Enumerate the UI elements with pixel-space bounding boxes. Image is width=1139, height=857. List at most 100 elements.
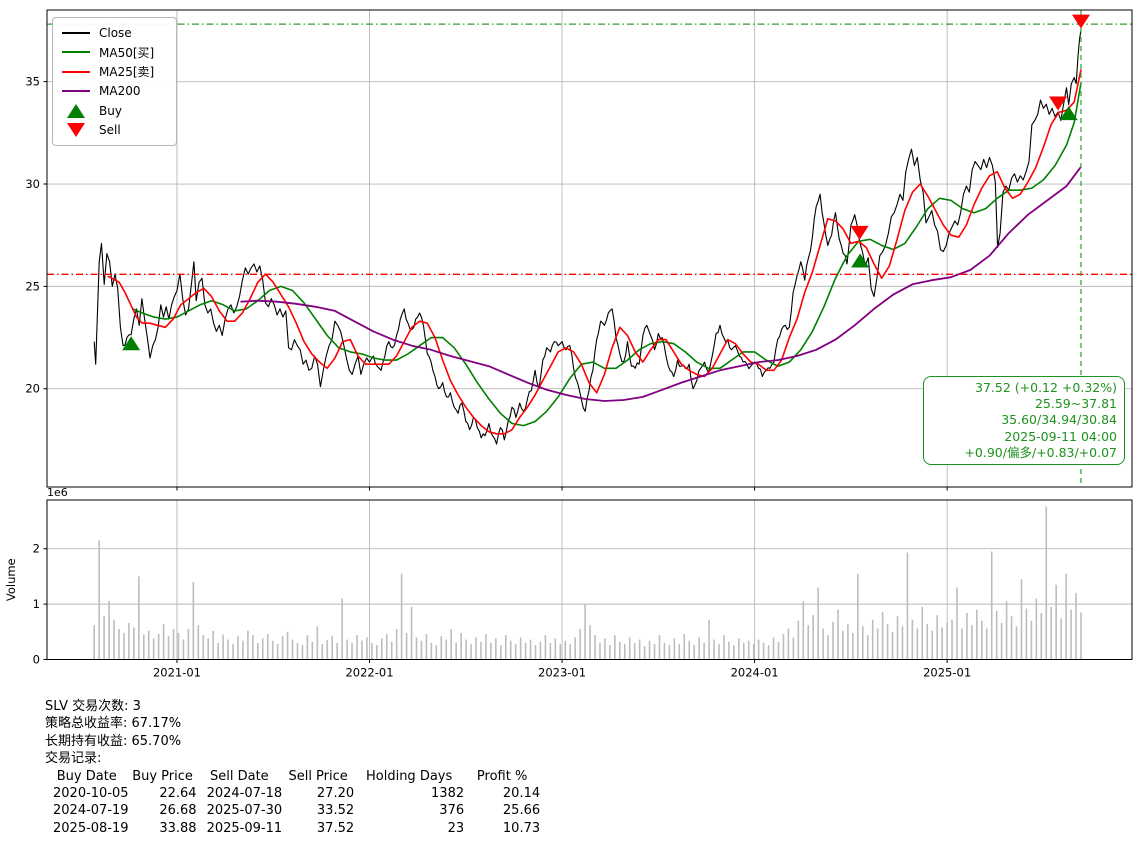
volume-bar xyxy=(866,635,869,660)
volume-bar xyxy=(425,634,428,660)
volume-bar xyxy=(827,635,829,660)
volume-bar xyxy=(891,631,894,660)
volume-bar xyxy=(728,641,730,660)
volume-bar xyxy=(291,639,294,660)
trade-record-row: 2020-10-05 22.64 2024-07-18 27.20 1382 20.14 xyxy=(45,785,540,802)
legend-entry-ma200: MA200 xyxy=(62,82,168,102)
volume-bar xyxy=(336,642,338,660)
volume-bar xyxy=(896,616,899,660)
volume-bar xyxy=(261,638,264,660)
volume-bar xyxy=(177,632,180,660)
volume-bar xyxy=(961,628,963,660)
volume-bar xyxy=(1005,601,1008,660)
volume-bar xyxy=(157,634,160,660)
volume-bar xyxy=(331,636,333,660)
volume-bar xyxy=(861,626,864,660)
volume-bar xyxy=(1010,616,1013,660)
volume-bar xyxy=(504,635,507,660)
volume-bar xyxy=(529,639,532,660)
price-ytick-label: 30 xyxy=(25,177,40,191)
buy-marker-icon xyxy=(62,103,90,118)
volume-bar xyxy=(564,640,567,660)
volume-bar xyxy=(926,624,929,660)
volume-bar xyxy=(931,630,934,660)
volume-bar xyxy=(1015,626,1018,660)
trade-table-header: Sell Price xyxy=(288,768,348,784)
volume-ytick-label: 2 xyxy=(33,542,40,556)
volume-bar xyxy=(881,611,884,660)
volume-bar xyxy=(559,643,562,660)
quote-annotation-box: 37.52 (+0.12 +0.32%) 25.59~37.81 35.60/3… xyxy=(923,376,1125,466)
volume-bar xyxy=(351,642,353,660)
volume-bar xyxy=(1035,598,1038,660)
volume-bar xyxy=(916,628,919,660)
volume-bar xyxy=(247,630,249,660)
volume-bar xyxy=(837,609,839,660)
trade-record-cell: 376 xyxy=(439,803,465,819)
volume-bar xyxy=(138,576,140,660)
volume-bar xyxy=(787,628,790,660)
trade-record-row: 2025-08-19 33.88 2025-09-11 37.52 23 10.73 xyxy=(45,820,540,837)
trade-record-cell: 2025-09-11 xyxy=(206,820,283,836)
x-tick-label: 2022-01 xyxy=(345,666,393,680)
volume-bar xyxy=(390,641,393,660)
volume-bar xyxy=(847,624,849,660)
volume-bar xyxy=(361,640,363,660)
volume-ytick-label: 1 xyxy=(33,597,40,611)
volume-bar xyxy=(966,612,968,660)
volume-bar xyxy=(876,628,879,660)
volume-bar xyxy=(128,622,130,660)
volume-bar xyxy=(440,636,443,660)
volume-bar xyxy=(252,635,254,660)
volume-bar xyxy=(648,640,651,660)
volume-bar xyxy=(187,629,190,660)
volume-bar xyxy=(133,627,135,660)
trade-record-cell: 37.52 xyxy=(316,820,355,836)
volume-bar xyxy=(623,643,626,660)
volume-bar xyxy=(554,638,557,660)
volume-bar xyxy=(1040,612,1043,660)
volume-bar xyxy=(757,639,760,660)
volume-bar xyxy=(663,642,666,660)
trade-record-cell: 1382 xyxy=(431,786,465,802)
volume-bar xyxy=(708,619,710,660)
volume-bar xyxy=(936,615,938,660)
volume-bar xyxy=(430,642,433,660)
volume-bar xyxy=(1065,573,1067,660)
volume-bar xyxy=(455,642,457,660)
volume-bar xyxy=(995,610,998,660)
volume-bar xyxy=(549,642,552,660)
trade-record-cell: 2020-10-05 xyxy=(53,786,129,802)
volume-bar xyxy=(495,638,497,660)
trade-record-cell: 2025-07-30 xyxy=(206,803,283,819)
volume-bar xyxy=(266,634,269,660)
volume-bar xyxy=(172,629,175,660)
annotation-signal-line: +0.90/偏多/+0.83/+0.07 xyxy=(964,444,1117,460)
volume-bar xyxy=(1055,584,1057,660)
volume-bar xyxy=(698,637,700,660)
volume-bar xyxy=(227,639,229,660)
volume-bar xyxy=(410,606,413,660)
volume-bar xyxy=(1080,612,1082,660)
volume-bar xyxy=(385,634,388,660)
volume-bar xyxy=(544,635,547,660)
volume-bar xyxy=(733,645,735,660)
sell-marker xyxy=(850,225,869,240)
trade-record-cell: 10.73 xyxy=(502,820,541,836)
volume-bar xyxy=(609,645,611,660)
volume-bar xyxy=(747,640,750,660)
x-tick-label: 2025-01 xyxy=(923,666,971,680)
volume-bar xyxy=(405,632,408,660)
volume-bar xyxy=(1050,606,1053,660)
volume-bar xyxy=(534,645,537,660)
volume-bar xyxy=(767,645,770,660)
volume-bar xyxy=(901,626,904,660)
volume-bar xyxy=(306,635,309,660)
volume-bar xyxy=(807,625,810,660)
volume-bar xyxy=(341,598,343,660)
sell-marker xyxy=(1071,14,1090,29)
volume-bar xyxy=(98,540,100,660)
volume-bar xyxy=(460,632,462,660)
trade-table-header: Buy Date xyxy=(56,768,117,784)
legend-entry-ma50: MA50[买] xyxy=(62,43,168,63)
